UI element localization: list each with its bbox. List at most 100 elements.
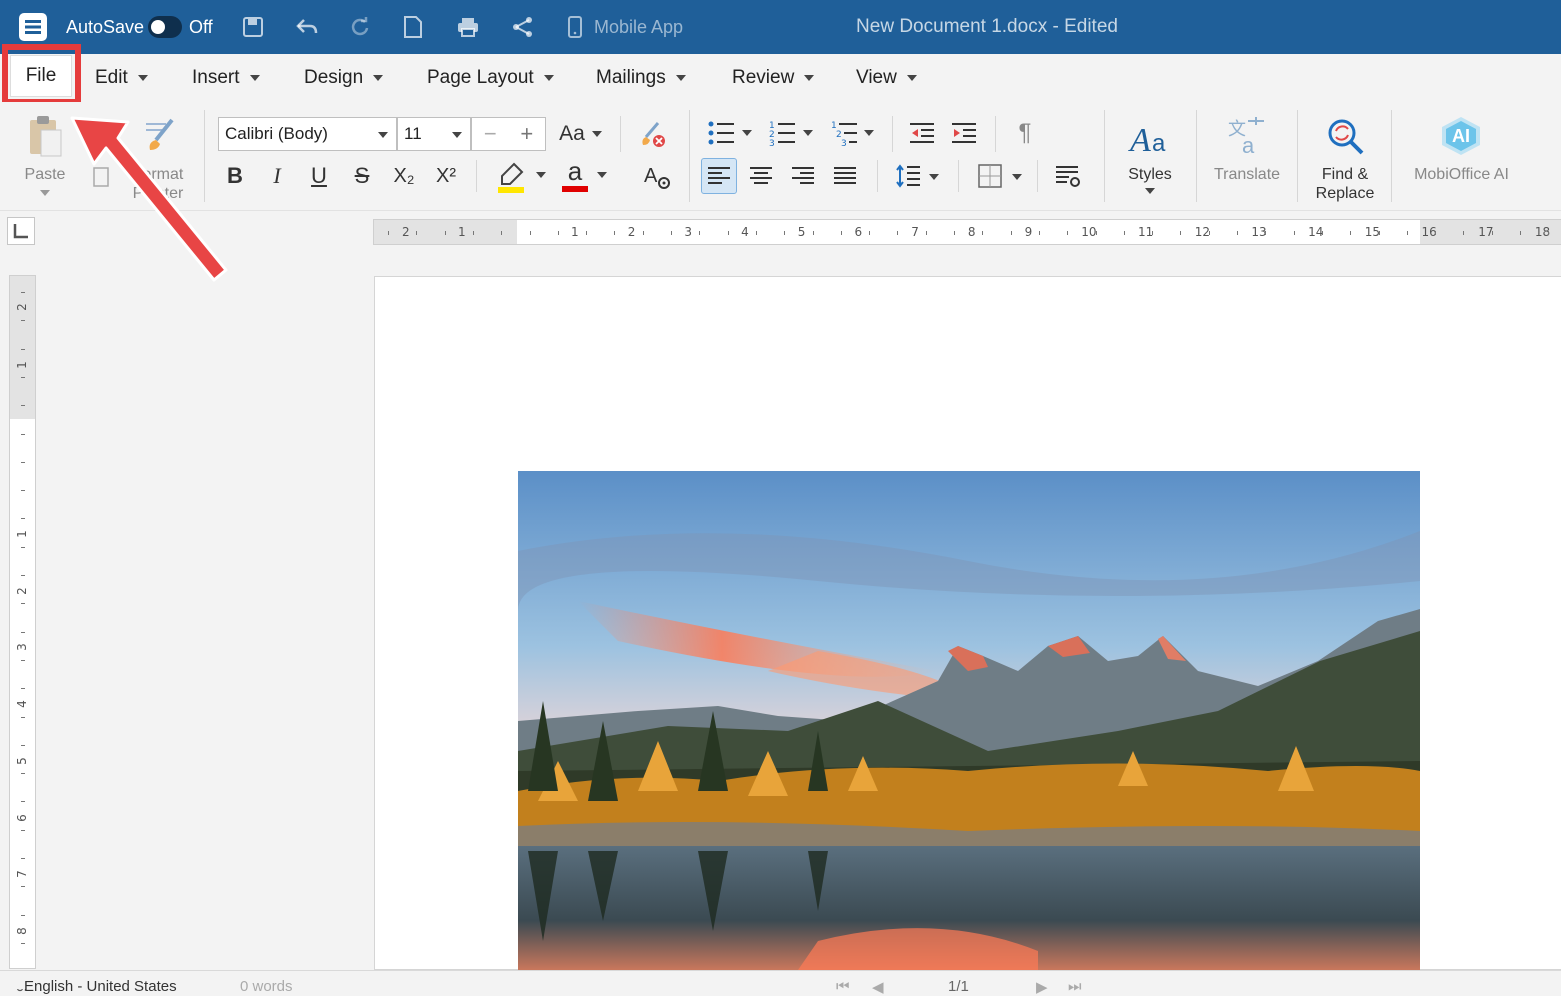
- align-left-button[interactable]: [701, 158, 737, 194]
- ribbon-toolbar: Paste Format Painter Calibri (Body) 11 −…: [0, 102, 1561, 210]
- ruler-tick-label: 1: [14, 530, 29, 538]
- translate-button[interactable]: 文a: [1222, 112, 1272, 160]
- chevron-down-icon[interactable]: [864, 130, 874, 136]
- decrease-font-button[interactable]: −: [472, 118, 509, 150]
- subscript-button[interactable]: X₂: [386, 158, 422, 194]
- tab-selector[interactable]: [7, 217, 35, 245]
- highlight-color-button[interactable]: [494, 160, 528, 194]
- increase-indent-button[interactable]: [947, 116, 981, 150]
- align-right-button[interactable]: [785, 158, 821, 194]
- underline-button[interactable]: U: [301, 158, 337, 194]
- redo-icon: [351, 17, 369, 36]
- menu-insert[interactable]: Insert: [192, 54, 260, 102]
- chevron-down-icon[interactable]: [592, 131, 602, 137]
- multilevel-list-button[interactable]: 123: [827, 116, 861, 150]
- menu-design[interactable]: Design: [304, 54, 384, 102]
- mobile-app-button[interactable]: Mobile App: [568, 0, 683, 54]
- ruler-tick-label: 8: [14, 927, 29, 935]
- menu-mailings[interactable]: Mailings: [596, 54, 686, 102]
- outdent-icon: [910, 123, 934, 143]
- share-button[interactable]: [512, 0, 534, 54]
- bullet-list-button[interactable]: [704, 116, 738, 150]
- paste-button[interactable]: [24, 112, 66, 160]
- undo-button[interactable]: [295, 0, 319, 54]
- indent-icon: [952, 123, 976, 143]
- format-painter-button[interactable]: [136, 114, 180, 158]
- mobioffice-ai-button[interactable]: AI: [1436, 112, 1486, 160]
- chevron-down-icon: [137, 75, 148, 81]
- chevron-down-icon[interactable]: [1012, 174, 1022, 180]
- superscript-button[interactable]: X²: [428, 158, 464, 194]
- document-title: New Document 1.docx - Edited: [856, 16, 1118, 37]
- save-button[interactable]: [243, 0, 263, 54]
- horizontal-ruler[interactable]: 2 1 1 2 3 4 5 6 7 8 9 10 11 12 13 14 15 16 17 18: [373, 219, 1561, 245]
- print-button[interactable]: [457, 0, 479, 54]
- font-size-select[interactable]: 11: [397, 117, 471, 151]
- svg-text:A: A: [1128, 122, 1151, 157]
- autosave-toggle[interactable]: [148, 0, 182, 54]
- next-page-icon[interactable]: ▶: [1036, 978, 1048, 996]
- show-formatting-button[interactable]: ¶: [1010, 116, 1040, 150]
- menu-edit[interactable]: Edit: [95, 54, 148, 102]
- increase-font-button[interactable]: +: [509, 118, 546, 150]
- bold-button[interactable]: B: [217, 158, 253, 194]
- chevron-down-icon[interactable]: [742, 130, 752, 136]
- ruler-tick-label: 5: [14, 756, 29, 765]
- ruler-tick-label: 1: [14, 361, 29, 369]
- font-color-button[interactable]: a: [560, 156, 590, 194]
- save-icon: [243, 17, 263, 37]
- italic-button[interactable]: I: [259, 158, 295, 194]
- ruler-tick-label: 2: [402, 225, 410, 239]
- copy-icon[interactable]: [86, 164, 114, 192]
- printer-icon: [458, 18, 478, 37]
- chevron-down-icon[interactable]: [597, 172, 607, 178]
- styles-label: Styles: [1128, 166, 1172, 183]
- svg-text:a: a: [1242, 133, 1255, 157]
- ribbon-separator: [1104, 110, 1105, 202]
- ruler-tick-label: 7: [911, 225, 919, 239]
- menu-review[interactable]: Review: [732, 54, 815, 102]
- chevron-down-icon[interactable]: [536, 172, 546, 178]
- decrease-indent-button[interactable]: [905, 116, 939, 150]
- clear-formatting-button[interactable]: [636, 118, 668, 150]
- change-case-button[interactable]: Aa: [555, 118, 589, 150]
- ruler-tick-label: 5: [797, 225, 806, 239]
- align-center-button[interactable]: [743, 158, 779, 194]
- styles-button[interactable]: Aa: [1120, 112, 1180, 162]
- menu-page-layout[interactable]: Page Layout: [427, 54, 554, 102]
- chevron-down-icon[interactable]: [1145, 188, 1155, 194]
- numbered-list-button[interactable]: 123: [765, 116, 799, 150]
- paintbrush-icon: [146, 118, 174, 150]
- paragraph-settings-button[interactable]: [1050, 158, 1086, 194]
- last-page-icon[interactable]: ⏭: [1068, 978, 1082, 995]
- line-spacing-button[interactable]: [890, 158, 926, 194]
- first-page-icon[interactable]: ⏮: [836, 978, 850, 995]
- justify-icon: [834, 167, 856, 184]
- mountain-photo[interactable]: [518, 471, 1420, 970]
- paste-dropdown-icon[interactable]: [40, 190, 50, 196]
- language-status[interactable]: English - United States: [24, 978, 177, 995]
- font-name-select[interactable]: Calibri (Body): [218, 117, 397, 151]
- redo-button[interactable]: [349, 0, 371, 54]
- borders-icon: [978, 164, 1002, 188]
- borders-button[interactable]: [972, 158, 1008, 194]
- menu-view[interactable]: View: [856, 54, 917, 102]
- ribbon-separator: [1196, 110, 1197, 202]
- format-painter-label: Format Painter: [132, 166, 184, 202]
- ruler-tick-label: 7: [14, 870, 29, 879]
- share-icon: [513, 17, 532, 37]
- vertical-ruler[interactable]: 21123456789: [9, 275, 36, 991]
- strikethrough-button[interactable]: S: [344, 158, 380, 194]
- phone-icon: [568, 16, 582, 38]
- find-replace-button[interactable]: [1320, 112, 1370, 160]
- justify-button[interactable]: [827, 158, 863, 194]
- chevron-down-icon[interactable]: [929, 174, 939, 180]
- magnifier-icon: [1328, 119, 1364, 155]
- chevron-down-icon[interactable]: [803, 130, 813, 136]
- ruler-tick-label: 9: [1024, 225, 1033, 239]
- menu-bar: Edit Insert Design Page Layout Mailings …: [0, 54, 1561, 102]
- chevron-down-icon: [452, 132, 462, 138]
- new-document-button[interactable]: [404, 0, 422, 54]
- text-effects-button[interactable]: A: [640, 160, 674, 194]
- previous-page-icon[interactable]: ◀: [872, 978, 884, 996]
